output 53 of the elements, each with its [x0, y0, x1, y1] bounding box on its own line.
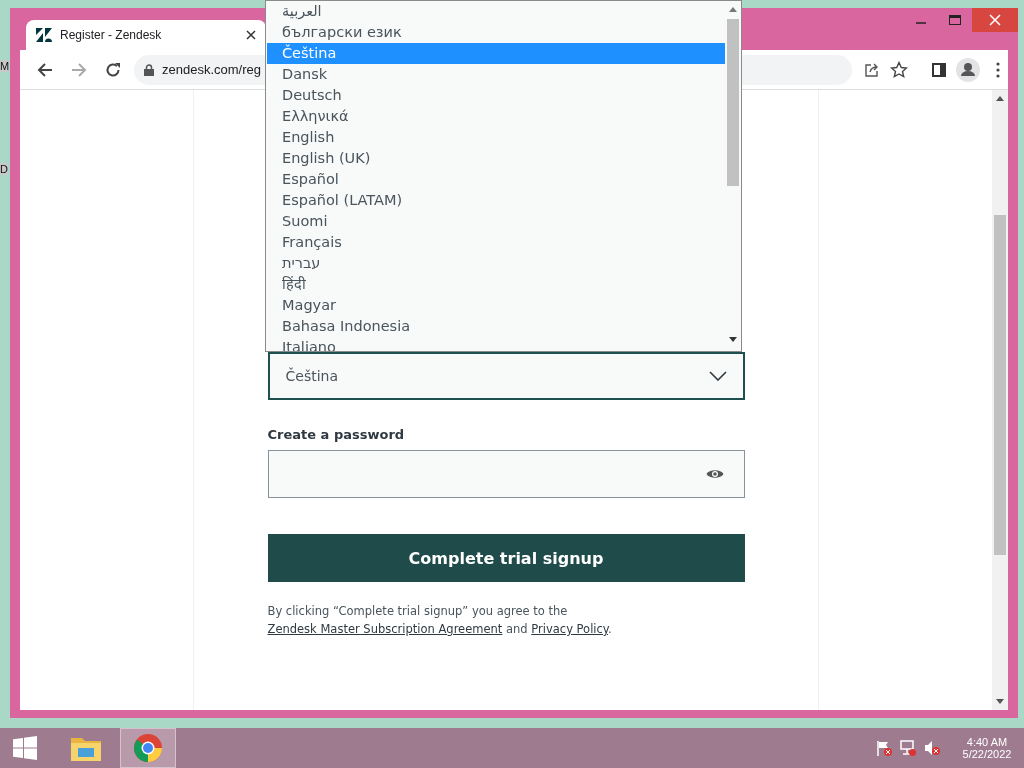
language-option[interactable]: български език: [267, 22, 725, 43]
close-icon[interactable]: [246, 30, 256, 40]
flag-icon[interactable]: [876, 740, 892, 756]
reload-icon[interactable]: [105, 61, 121, 78]
lock-icon: [144, 63, 154, 76]
language-option[interactable]: English (UK): [267, 148, 725, 169]
scroll-up-arrow-icon[interactable]: [996, 95, 1004, 101]
share-icon[interactable]: [864, 61, 880, 78]
speaker-muted-icon[interactable]: [924, 740, 940, 756]
scroll-up-arrow-icon[interactable]: [729, 6, 737, 12]
language-select[interactable]: Čeština: [267, 352, 745, 400]
language-option[interactable]: العربية: [267, 1, 725, 22]
browser-app-icon: [133, 733, 163, 763]
browser-tab[interactable]: Register - Zendesk: [26, 20, 266, 50]
scrollbar[interactable]: [992, 90, 1008, 710]
back-arrow-icon[interactable]: [37, 61, 53, 78]
language-option[interactable]: Magyar: [267, 295, 725, 316]
language-option[interactable]: Bahasa Indonesia: [267, 316, 725, 337]
language-option[interactable]: Suomi: [267, 211, 725, 232]
star-icon[interactable]: [890, 60, 908, 79]
desktop-icon-label: D: [0, 163, 8, 175]
language-option[interactable]: Français: [267, 232, 725, 253]
language-option[interactable]: English: [267, 127, 725, 148]
policy-link[interactable]: Zendesk Master Subscription Agreement: [267, 622, 503, 636]
eye-icon[interactable]: [705, 468, 724, 480]
profile-avatar-icon[interactable]: [956, 57, 980, 82]
zendesk-logo-icon: [36, 28, 52, 42]
language-option[interactable]: Español: [267, 169, 725, 190]
legal-text: By clicking “Complete trial signup” you agree to the Zendesk Master Subscription Agreement and Privacy Policy.: [267, 603, 613, 638]
side-panel-icon[interactable]: [932, 62, 946, 77]
network-icon[interactable]: [900, 740, 916, 756]
scroll-down-arrow-icon[interactable]: [729, 337, 737, 343]
url-text: zendesk.com/reg: [162, 62, 261, 77]
language-option[interactable]: Ελληνικά: [267, 106, 725, 127]
windows-logo-icon[interactable]: [13, 736, 37, 760]
complete-signup-button[interactable]: Complete trial signup: [267, 534, 745, 582]
chevron-down-icon: [708, 371, 727, 381]
language-option[interactable]: Deutsch: [267, 85, 725, 106]
menu-icon[interactable]: [996, 61, 1000, 78]
password-field[interactable]: [267, 450, 745, 498]
tab-title: Register - Zendesk: [60, 28, 163, 42]
clock-date: 5/22/2022: [962, 748, 1012, 760]
language-option[interactable]: Español (LATAM): [267, 190, 725, 211]
taskbar-app-button[interactable]: [120, 728, 176, 768]
maximize-icon[interactable]: [949, 15, 961, 25]
desktop-icon-label: M: [0, 60, 10, 72]
language-option[interactable]: Dansk: [267, 64, 725, 85]
close-icon: [989, 14, 1001, 26]
language-option[interactable]: हिंदी: [267, 274, 725, 295]
language-option[interactable]: עברית: [267, 253, 725, 274]
password-label: Create a password: [267, 427, 405, 442]
scroll-down-arrow-icon[interactable]: [996, 699, 1004, 705]
clock-time: 4:40 AM: [966, 736, 1008, 748]
